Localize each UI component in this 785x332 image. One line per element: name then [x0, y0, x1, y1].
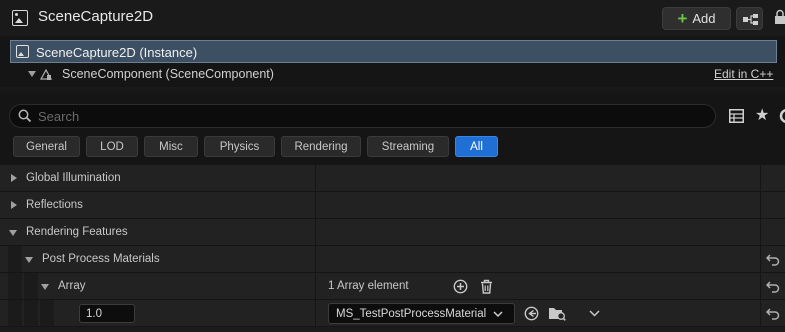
column-divider: [760, 273, 761, 299]
add-component-button[interactable]: + Add: [662, 7, 731, 30]
tab-misc[interactable]: Misc: [144, 136, 198, 157]
expand-arrow-icon[interactable]: [28, 71, 36, 77]
star-icon[interactable]: ★: [755, 108, 769, 124]
column-divider: [760, 165, 761, 191]
collapse-arrow-icon[interactable]: [9, 230, 17, 236]
tree-divider: [0, 87, 785, 96]
search-icon: [18, 109, 32, 123]
tree-item-scene-component[interactable]: SceneComponent (SceneComponent): [10, 64, 777, 86]
weight-field[interactable]: [79, 304, 135, 323]
column-divider[interactable]: [315, 300, 316, 326]
array-count: 1 Array element: [328, 280, 409, 292]
search-input[interactable]: [38, 107, 698, 125]
chevron-down-icon: [493, 311, 503, 318]
trash-icon[interactable]: [479, 279, 494, 294]
tab-general[interactable]: General: [13, 136, 80, 157]
category-label: Reflections: [26, 199, 83, 211]
indent-guide: [8, 246, 22, 272]
column-divider: [760, 300, 761, 326]
indent-guide: [24, 300, 38, 326]
column-divider: [760, 246, 761, 272]
category-label: Rendering Features: [26, 226, 128, 238]
reset-to-default-icon[interactable]: [766, 253, 780, 266]
property-label: Array: [58, 280, 86, 292]
property-array[interactable]: Array 1 Array element: [0, 273, 785, 300]
chevron-down-icon[interactable]: [588, 306, 601, 321]
property-array-element[interactable]: MS_TestPostProcessMaterial: [0, 300, 785, 327]
indent-guide: [40, 300, 54, 326]
scene-capture-icon: [16, 45, 29, 58]
property-grid: Global Illumination Reflections Renderin…: [0, 165, 785, 332]
material-name: MS_TestPostProcessMaterial: [336, 308, 487, 320]
tab-lod[interactable]: LOD: [86, 136, 138, 157]
edit-in-cpp-link[interactable]: Edit in C++: [714, 67, 773, 81]
property-label: Post Process Materials: [42, 253, 160, 265]
weight-input[interactable]: [80, 305, 134, 322]
tab-rendering[interactable]: Rendering: [281, 136, 361, 157]
column-divider[interactable]: [315, 219, 316, 245]
table-view-icon[interactable]: [729, 109, 744, 123]
scene-capture-icon: [12, 10, 28, 26]
collapse-arrow-icon[interactable]: [25, 257, 33, 263]
column-divider: [760, 219, 761, 245]
search-box[interactable]: [9, 104, 716, 128]
column-divider: [760, 192, 761, 218]
reset-to-default-icon[interactable]: [766, 307, 780, 320]
tree-item-label: SceneComponent (SceneComponent): [62, 67, 274, 81]
hierarchy-icon: [743, 14, 758, 25]
property-post-process-materials[interactable]: Post Process Materials: [0, 246, 785, 273]
category-reflections[interactable]: Reflections: [0, 192, 785, 219]
tab-streaming[interactable]: Streaming: [367, 136, 449, 157]
use-selected-asset-icon[interactable]: [524, 306, 539, 321]
tab-all[interactable]: All: [455, 136, 498, 157]
column-divider[interactable]: [315, 273, 316, 299]
add-element-icon[interactable]: [453, 279, 468, 294]
category-global-illumination[interactable]: Global Illumination: [0, 165, 785, 192]
scene-component-icon: [40, 68, 52, 80]
expand-arrow-icon[interactable]: [11, 174, 17, 182]
tab-physics[interactable]: Physics: [204, 136, 275, 157]
reset-to-default-icon[interactable]: [766, 280, 780, 293]
column-divider[interactable]: [315, 165, 316, 191]
category-rendering-features[interactable]: Rendering Features: [0, 219, 785, 246]
column-divider[interactable]: [315, 192, 316, 218]
plus-icon: +: [677, 9, 688, 28]
settings-icon[interactable]: [779, 108, 785, 124]
actor-title: SceneCapture2D: [38, 8, 154, 25]
column-divider[interactable]: [315, 246, 316, 272]
indent-guide: [8, 273, 22, 299]
blueprint-button[interactable]: [736, 7, 763, 30]
indent-guide: [8, 300, 22, 326]
lock-icon[interactable]: [775, 9, 785, 25]
expand-arrow-icon[interactable]: [11, 201, 17, 209]
category-label: Global Illumination: [26, 172, 121, 184]
indent-guide: [24, 273, 38, 299]
tree-item-instance[interactable]: SceneCapture2D (Instance): [10, 40, 777, 63]
material-asset-picker[interactable]: MS_TestPostProcessMaterial: [328, 303, 515, 324]
add-label: Add: [692, 11, 716, 26]
collapse-arrow-icon[interactable]: [41, 284, 49, 290]
details-header: SceneCapture2D + Add: [0, 0, 785, 36]
tree-item-label: SceneCapture2D (Instance): [36, 45, 198, 60]
browse-asset-icon[interactable]: [548, 306, 566, 321]
